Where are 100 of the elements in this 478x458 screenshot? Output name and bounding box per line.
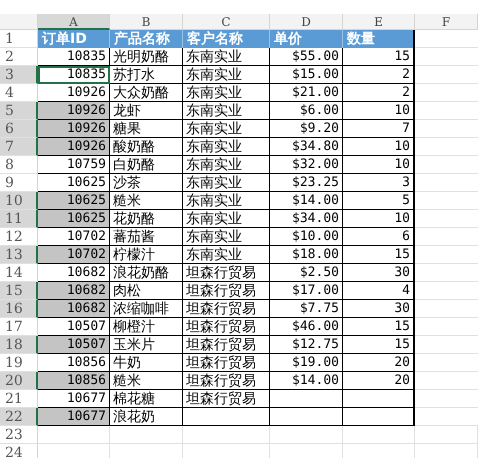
header-cell: 客户名称 (183, 30, 270, 48)
table-cell: 牛奶 (110, 354, 183, 372)
table-cell: 东南实业 (183, 66, 270, 84)
row-header[interactable]: 21 (0, 390, 38, 408)
table-cell: 大众奶酪 (110, 84, 183, 102)
row-header[interactable]: 14 (0, 264, 38, 282)
row-header[interactable]: 15 (0, 282, 38, 300)
table-cell: 浪花奶 (110, 408, 183, 426)
row-header[interactable]: 10 (0, 192, 38, 210)
table-cell: 10507 (38, 318, 110, 336)
table-cell: 10702 (38, 228, 110, 246)
table-cell: $34.80 (270, 138, 343, 156)
table-cell: 东南实业 (183, 228, 270, 246)
table-cell: 柠檬汁 (110, 246, 183, 264)
table-cell: 10856 (38, 372, 110, 390)
table-cell: 10702 (38, 246, 110, 264)
table-cell: 10677 (38, 408, 110, 426)
table-cell: 苏打水 (110, 66, 183, 84)
row-header[interactable]: 5 (0, 102, 38, 120)
table-cell: 15 (343, 246, 415, 264)
table-cell: 棉花糖 (110, 390, 183, 408)
table-cell: 10759 (38, 156, 110, 174)
row-header[interactable]: 6 (0, 120, 38, 138)
table-cell: $14.00 (270, 372, 343, 390)
row-header[interactable]: 8 (0, 156, 38, 174)
table-cell: 东南实业 (183, 102, 270, 120)
table-cell: 15 (343, 48, 415, 66)
table-cell: 酸奶酪 (110, 138, 183, 156)
table-cell: $55.00 (270, 48, 343, 66)
row-header[interactable]: 16 (0, 300, 38, 318)
table-cell: 光明奶酪 (110, 48, 183, 66)
column-header[interactable]: D (270, 14, 343, 30)
table-cell: $34.00 (270, 210, 343, 228)
table-cell: 6 (343, 228, 415, 246)
table-cell: $7.75 (270, 300, 343, 318)
table-cell: 东南实业 (183, 246, 270, 264)
table-cell: 10625 (38, 192, 110, 210)
table-cell: 龙虾 (110, 102, 183, 120)
table-cell: 10682 (38, 300, 110, 318)
row-header[interactable]: 9 (0, 174, 38, 192)
row-header[interactable]: 13 (0, 246, 38, 264)
table-cell: 东南实业 (183, 84, 270, 102)
table-cell: 东南实业 (183, 210, 270, 228)
row-header[interactable]: 2 (0, 48, 38, 66)
header-cell: 订单ID (38, 30, 110, 48)
table-cell: $23.25 (270, 174, 343, 192)
column-header[interactable]: F (415, 14, 478, 30)
table-cell: 10926 (38, 84, 110, 102)
row-header[interactable]: 17 (0, 318, 38, 336)
column-header[interactable]: A (38, 14, 110, 30)
column-header[interactable]: C (183, 14, 270, 30)
table-cell: 肉松 (110, 282, 183, 300)
table-cell: 10835 (38, 66, 110, 84)
column-header[interactable]: B (110, 14, 183, 30)
empty-cell (343, 408, 415, 426)
table-cell: 10 (343, 210, 415, 228)
table-cell: 20 (343, 354, 415, 372)
row-header[interactable]: 19 (0, 354, 38, 372)
table-cell: $12.75 (270, 336, 343, 354)
header-cell: 单价 (270, 30, 343, 48)
table-cell: $10.00 (270, 228, 343, 246)
row-header[interactable]: 11 (0, 210, 38, 228)
column-header[interactable]: E (343, 14, 415, 30)
empty-cell (343, 390, 415, 408)
table-cell: 10 (343, 102, 415, 120)
row-header[interactable]: 4 (0, 84, 38, 102)
row-header[interactable]: 23 (0, 426, 38, 444)
row-header[interactable]: 22 (0, 408, 38, 426)
table-cell: $18.00 (270, 246, 343, 264)
table-cell: 7 (343, 120, 415, 138)
table-cell: 东南实业 (183, 138, 270, 156)
row-header[interactable]: 1 (0, 30, 38, 48)
table-cell: $6.00 (270, 102, 343, 120)
select-all-corner[interactable] (0, 14, 38, 30)
header-cell: 数量 (343, 30, 415, 48)
table-cell: 30 (343, 300, 415, 318)
row-header[interactable]: 12 (0, 228, 38, 246)
table-cell: 15 (343, 318, 415, 336)
row-header[interactable]: 3 (0, 66, 38, 84)
table-cell: 坦森行贸易 (183, 282, 270, 300)
row-header[interactable]: 7 (0, 138, 38, 156)
table-cell: 坦森行贸易 (183, 300, 270, 318)
table-cell: 20 (343, 372, 415, 390)
table-cell: $14.00 (270, 192, 343, 210)
table-cell: 柳橙汁 (110, 318, 183, 336)
table-cell: $2.50 (270, 264, 343, 282)
table-cell: 坦森行贸易 (183, 354, 270, 372)
table-cell: 坦森行贸易 (183, 390, 270, 408)
table-cell: 坦森行贸易 (183, 264, 270, 282)
table-cell: 2 (343, 84, 415, 102)
empty-cell (415, 426, 478, 444)
row-header[interactable]: 20 (0, 372, 38, 390)
table-cell: 白奶酪 (110, 156, 183, 174)
table-cell: 东南实业 (183, 48, 270, 66)
row-header[interactable]: 18 (0, 336, 38, 354)
table-cell: 4 (343, 282, 415, 300)
table-cell: 2 (343, 66, 415, 84)
table-cell: 15 (343, 336, 415, 354)
table-cell: 10625 (38, 210, 110, 228)
table-cell: $9.20 (270, 120, 343, 138)
